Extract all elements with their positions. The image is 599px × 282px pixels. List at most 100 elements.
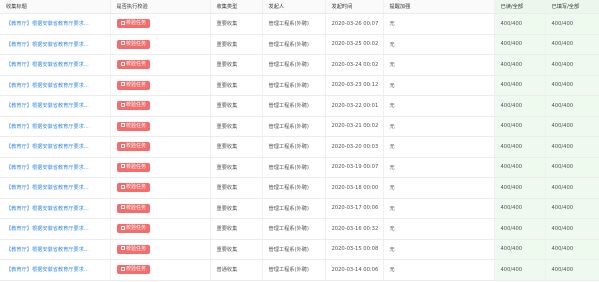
row-read-cell: 400/400	[494, 54, 546, 76]
row-title-cell: 【教育厅】根据安徽省教育厅要求...	[0, 218, 111, 240]
task-icon	[120, 61, 125, 66]
row-type-cell: 重要收集	[210, 116, 263, 137]
header-verify: 是否执行校验	[110, 0, 211, 14]
verify-task-button[interactable]: 校验任务	[116, 142, 151, 152]
row-type-cell: 重要收集	[210, 34, 263, 55]
verify-task-button[interactable]: 校验任务	[116, 101, 151, 111]
row-initiator-cell: 管理工程系(外聘)	[262, 34, 326, 55]
verify-task-button[interactable]: 校验任务	[116, 162, 151, 172]
collection-title-link[interactable]: 【教育厅】根据安徽省教育厅要求...	[6, 144, 89, 150]
row-type-cell: 重要收集	[210, 75, 263, 96]
row-verify-cell: 校验任务	[110, 177, 211, 199]
row-read-cell: 400/400	[494, 13, 546, 35]
collection-title-link[interactable]: 【教育厅】根据安徽省教育厅要求...	[6, 206, 89, 212]
task-icon	[120, 123, 125, 128]
row-initiator-cell: 管理工程系(外聘)	[262, 54, 326, 76]
verify-task-button[interactable]: 校验任务	[116, 39, 151, 49]
table-row: 【教育厅】根据安徽省教育厅要求... 校验任务 普通收集 管理工程系(外聘) 2020-…	[0, 259, 599, 281]
header-remind: 提醒加强	[383, 0, 495, 14]
row-remind-cell: 无	[383, 177, 495, 199]
verify-task-label: 校验任务	[126, 122, 147, 129]
row-time-cell: 2020-03-15 00:08	[325, 239, 384, 260]
row-remind-cell: 无	[383, 218, 495, 240]
table-row: 【教育厅】根据安徽省教育厅要求... 校验任务 重要收集 管理工程系(外聘) 2020-…	[0, 157, 599, 178]
task-icon	[120, 41, 125, 46]
row-title-cell: 【教育厅】根据安徽省教育厅要求...	[0, 259, 111, 281]
row-initiator-cell: 管理工程系(外聘)	[262, 239, 326, 260]
collection-title-link[interactable]: 【教育厅】根据安徽省教育厅要求...	[6, 247, 89, 253]
row-title-cell: 【教育厅】根据安徽省教育厅要求...	[0, 177, 111, 199]
row-remind-cell: 无	[383, 75, 495, 96]
row-verify-cell: 校验任务	[110, 54, 211, 76]
row-initiator-cell: 管理工程系(外聘)	[262, 95, 326, 117]
row-initiator-cell: 管理工程系(外聘)	[262, 116, 326, 137]
table-row: 【教育厅】根据安徽省教育厅要求... 校验任务 重要收集 管理工程系(外聘) 2020-…	[0, 177, 599, 199]
row-time-cell: 2020-03-25 00:02	[325, 34, 384, 55]
task-icon	[120, 225, 125, 230]
verify-task-label: 校验任务	[126, 102, 147, 109]
row-verify-cell: 校验任务	[110, 95, 211, 117]
verify-task-button[interactable]: 校验任务	[116, 121, 151, 131]
verify-task-button[interactable]: 校验任务	[116, 265, 151, 275]
row-time-cell: 2020-03-16 00:32	[325, 218, 384, 240]
collection-title-link[interactable]: 【教育厅】根据安徽省教育厅要求...	[6, 42, 89, 48]
task-icon	[120, 246, 125, 251]
row-filled-cell: 400/400	[545, 259, 599, 281]
task-icon	[120, 143, 125, 148]
collection-title-link[interactable]: 【教育厅】根据安徽省教育厅要求...	[6, 185, 89, 191]
row-initiator-cell: 管理工程系(外聘)	[262, 198, 326, 219]
row-type-cell: 重要收集	[210, 13, 263, 35]
row-read-cell: 400/400	[494, 177, 546, 199]
collection-title-link[interactable]: 【教育厅】根据安徽省教育厅要求...	[6, 83, 89, 89]
row-time-cell: 2020-03-17 00:06	[325, 198, 384, 219]
verify-task-label: 校验任务	[126, 163, 147, 170]
row-title-cell: 【教育厅】根据安徽省教育厅要求...	[0, 116, 111, 137]
task-icon	[120, 164, 125, 169]
verify-task-label: 校验任务	[126, 266, 147, 273]
row-filled-cell: 400/400	[545, 54, 599, 76]
row-initiator-cell: 管理工程系(外聘)	[262, 259, 326, 281]
collection-title-link[interactable]: 【教育厅】根据安徽省教育厅要求...	[6, 21, 89, 27]
table-row: 【教育厅】根据安徽省教育厅要求... 校验任务 重要收集 管理工程系(外聘) 2020-…	[0, 54, 599, 76]
collection-title-link[interactable]: 【教育厅】根据安徽省教育厅要求...	[6, 124, 89, 130]
header-time: 发起时间	[325, 0, 384, 14]
verify-task-button[interactable]: 校验任务	[116, 183, 151, 193]
collection-title-link[interactable]: 【教育厅】根据安徽省教育厅要求...	[6, 62, 89, 68]
verify-task-button[interactable]: 校验任务	[116, 224, 151, 234]
verify-task-button[interactable]: 校验任务	[116, 19, 151, 29]
collection-title-link[interactable]: 【教育厅】根据安徽省教育厅要求...	[6, 267, 89, 273]
verify-task-button[interactable]: 校验任务	[116, 60, 151, 70]
verify-task-button[interactable]: 校验任务	[116, 80, 151, 90]
row-read-cell: 400/400	[494, 136, 546, 158]
row-title-cell: 【教育厅】根据安徽省教育厅要求...	[0, 13, 111, 35]
collection-title-link[interactable]: 【教育厅】根据安徽省教育厅要求...	[6, 165, 89, 171]
row-remind-cell: 无	[383, 116, 495, 137]
row-type-cell: 重要收集	[210, 218, 263, 240]
table-row: 【教育厅】根据安徽省教育厅要求... 校验任务 重要收集 管理工程系(外聘) 2020-…	[0, 136, 599, 158]
row-type-cell: 重要收集	[210, 198, 263, 219]
table-row: 【教育厅】根据安徽省教育厅要求... 校验任务 重要收集 管理工程系(外聘) 2020-…	[0, 198, 599, 219]
collection-table: 收集标题 是否执行校验 收集类型 发起人 发起时间 提醒加强 已读/全部 已填写…	[0, 0, 599, 281]
header-read: 已读/全部	[494, 0, 546, 14]
row-title-cell: 【教育厅】根据安徽省教育厅要求...	[0, 34, 111, 55]
row-verify-cell: 校验任务	[110, 13, 211, 35]
row-initiator-cell: 管理工程系(外聘)	[262, 136, 326, 158]
verify-task-label: 校验任务	[126, 245, 147, 252]
collection-title-link[interactable]: 【教育厅】根据安徽省教育厅要求...	[6, 226, 89, 232]
collection-title-link[interactable]: 【教育厅】根据安徽省教育厅要求...	[6, 103, 89, 109]
row-read-cell: 400/400	[494, 75, 546, 96]
row-time-cell: 2020-03-23 00:12	[325, 75, 384, 96]
row-title-cell: 【教育厅】根据安徽省教育厅要求...	[0, 95, 111, 117]
verify-task-button[interactable]: 校验任务	[116, 244, 151, 254]
row-filled-cell: 400/400	[545, 136, 599, 158]
row-read-cell: 400/400	[494, 34, 546, 55]
verify-task-button[interactable]: 校验任务	[116, 203, 151, 213]
row-initiator-cell: 管理工程系(外聘)	[262, 218, 326, 240]
header-initiator: 发起人	[262, 0, 326, 14]
row-time-cell: 2020-03-14 00:06	[325, 259, 384, 281]
task-icon	[120, 266, 125, 271]
row-type-cell: 重要收集	[210, 157, 263, 178]
row-initiator-cell: 管理工程系(外聘)	[262, 157, 326, 178]
row-title-cell: 【教育厅】根据安徽省教育厅要求...	[0, 198, 111, 219]
row-time-cell: 2020-03-26 00:07	[325, 13, 384, 35]
